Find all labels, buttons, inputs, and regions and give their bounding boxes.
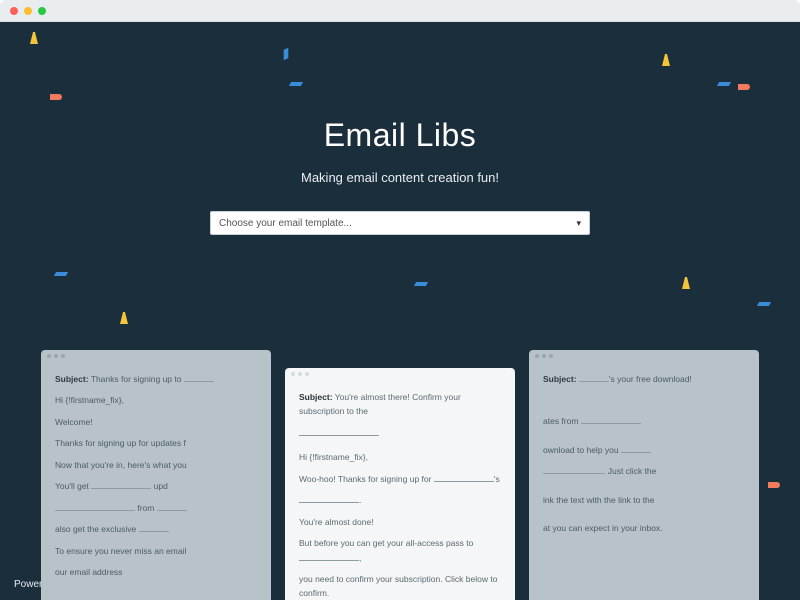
subject-line: Subject: Thanks for signing up to bbox=[55, 372, 257, 386]
body-text: you need to confirm your subscription. C… bbox=[299, 572, 501, 600]
body-text: Now that you're in, here's what you bbox=[55, 458, 257, 472]
page-title: Email Libs bbox=[0, 117, 800, 154]
body-text: from bbox=[55, 501, 257, 515]
preview-card-left[interactable]: Subject: Thanks for signing up to Hi {!f… bbox=[41, 350, 271, 600]
confetti-parallelogram-icon bbox=[414, 282, 428, 286]
template-select-wrap: Choose your email template... ▾ bbox=[210, 211, 590, 235]
greeting-text: Hi {!firstname_fix}, bbox=[55, 393, 257, 407]
subject-line: Subject: You're almost there! Confirm yo… bbox=[299, 390, 501, 419]
confetti-semicircle-icon bbox=[50, 94, 62, 100]
body-text: You're almost done! bbox=[299, 515, 501, 529]
window-chrome bbox=[0, 0, 800, 22]
body-text: Woo-hoo! Thanks for signing up for 's bbox=[299, 472, 501, 486]
card-window-chrome bbox=[285, 368, 515, 380]
confetti-semicircle-icon bbox=[738, 84, 750, 90]
body-text: Welcome! bbox=[55, 415, 257, 429]
confetti-trapezoid-icon bbox=[682, 277, 690, 289]
body-text: ink the text with the link to the bbox=[543, 493, 745, 507]
body-text: at you can expect in your inbox. bbox=[543, 521, 745, 535]
body-text: Thanks for signing up for updates f bbox=[55, 436, 257, 450]
template-select-placeholder: Choose your email template... bbox=[219, 218, 352, 229]
body-text: also get the exclusive bbox=[55, 522, 257, 536]
body-text: ownload to help you bbox=[543, 443, 745, 457]
template-previews: Subject: Thanks for signing up to Hi {!f… bbox=[0, 350, 800, 600]
subject-blank bbox=[299, 426, 501, 440]
confetti-parallelogram-icon bbox=[757, 302, 771, 306]
body-text: To ensure you never miss an email bbox=[55, 544, 257, 558]
body-text: ates from bbox=[543, 414, 745, 428]
confetti-trapezoid-icon bbox=[30, 32, 38, 44]
greeting-text: Hi {!firstname_fix}, bbox=[299, 450, 501, 464]
card-body: Subject: You're almost there! Confirm yo… bbox=[285, 380, 515, 600]
body-text: . bbox=[299, 493, 501, 507]
body-text: But before you can get your all-access p… bbox=[299, 536, 501, 565]
preview-card-center[interactable]: Subject: You're almost there! Confirm yo… bbox=[285, 368, 515, 600]
page-subtitle: Making email content creation fun! bbox=[0, 170, 800, 185]
body-text: You'll get upd bbox=[55, 479, 257, 493]
confetti-parallelogram-icon bbox=[54, 272, 68, 276]
confetti-parallelogram-icon bbox=[289, 82, 303, 86]
close-dot[interactable] bbox=[10, 7, 18, 15]
preview-card-right[interactable]: Subject: 's your free download! ates fro… bbox=[529, 350, 759, 600]
maximize-dot[interactable] bbox=[38, 7, 46, 15]
body-text: our email address bbox=[55, 565, 257, 579]
confetti-parallelogram-icon bbox=[284, 48, 289, 60]
chevron-down-icon: ▾ bbox=[576, 218, 581, 229]
confetti-parallelogram-icon bbox=[717, 82, 731, 86]
hero-section: Email Libs Making email content creation… bbox=[0, 22, 800, 235]
minimize-dot[interactable] bbox=[24, 7, 32, 15]
template-select[interactable]: Choose your email template... ▾ bbox=[210, 211, 590, 235]
confetti-trapezoid-icon bbox=[120, 312, 128, 324]
card-body: Subject: Thanks for signing up to Hi {!f… bbox=[41, 362, 271, 579]
card-window-chrome bbox=[529, 350, 759, 362]
subject-line: Subject: 's your free download! bbox=[543, 372, 745, 386]
body-text: . Just click the bbox=[543, 464, 745, 478]
browser-frame: Email Libs Making email content creation… bbox=[0, 0, 800, 600]
app-canvas: Email Libs Making email content creation… bbox=[0, 22, 800, 600]
confetti-trapezoid-icon bbox=[662, 54, 670, 66]
card-window-chrome bbox=[41, 350, 271, 362]
card-body: Subject: 's your free download! ates fro… bbox=[529, 362, 759, 536]
